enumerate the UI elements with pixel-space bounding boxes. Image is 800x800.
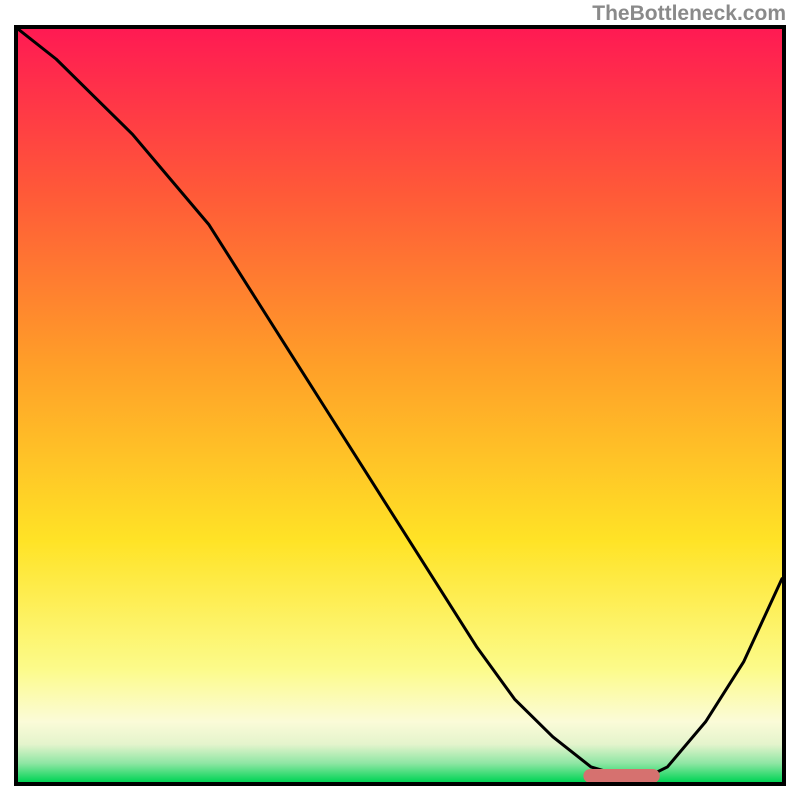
chart-frame: [14, 25, 786, 786]
gradient-background: [18, 29, 782, 782]
watermark-label: TheBottleneck.com: [592, 2, 786, 26]
optimal-marker: [583, 769, 659, 782]
chart-svg: [18, 29, 782, 782]
